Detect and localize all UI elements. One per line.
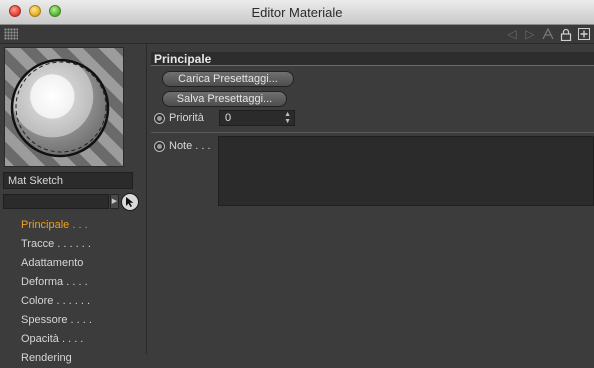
search-row: ▶: [3, 193, 144, 213]
window-title: Editor Materiale: [251, 5, 343, 20]
priority-label: Priorità: [169, 112, 204, 124]
search-dropdown-button[interactable]: ▶: [110, 194, 119, 209]
add-panel-icon[interactable]: [576, 26, 592, 42]
title-bar: Editor Materiale: [0, 0, 594, 25]
load-presets-button[interactable]: Carica Presettaggi...: [162, 71, 294, 87]
cursor-arrow-icon: [126, 197, 134, 207]
arrow-left-icon[interactable]: ◁: [504, 26, 520, 42]
notes-animate-radio[interactable]: [154, 141, 165, 152]
nav-item-spessore[interactable]: Spessore . . . .: [21, 311, 92, 330]
priority-stepper[interactable]: 0 ▲ ▼: [219, 110, 295, 126]
save-presets-button[interactable]: Salva Presettaggi...: [162, 91, 287, 107]
toolbar: ◁ ▷: [0, 25, 594, 44]
notes-textarea[interactable]: [218, 136, 594, 206]
notes-label: Note . . .: [169, 140, 211, 152]
divider: [151, 132, 594, 133]
toolbar-icons: ◁ ▷: [504, 26, 592, 42]
channel-list: Principale . . . Tracce . . . . . . Adat…: [21, 216, 92, 368]
lock-icon[interactable]: [558, 26, 574, 42]
picker-button[interactable]: [121, 193, 139, 211]
nav-item-tracce[interactable]: Tracce . . . . . .: [21, 235, 92, 254]
nav-item-colore[interactable]: Colore . . . . . .: [21, 292, 92, 311]
priority-animate-radio[interactable]: [154, 113, 165, 124]
material-name[interactable]: Mat Sketch: [3, 172, 133, 189]
grip-icon[interactable]: [4, 28, 18, 40]
nav-item-opacita[interactable]: Opacità . . . .: [21, 330, 92, 349]
text-a-icon[interactable]: [540, 26, 556, 42]
nav-item-deforma[interactable]: Deforma . . . .: [21, 273, 92, 292]
priority-value: 0: [225, 112, 232, 124]
arrow-right-icon[interactable]: ▷: [522, 26, 538, 42]
search-input[interactable]: [3, 194, 109, 209]
nav-item-principale[interactable]: Principale . . .: [21, 216, 92, 235]
nav-item-adattamento[interactable]: Adattamento: [21, 254, 92, 273]
nav-item-rendering[interactable]: Rendering: [21, 349, 92, 368]
attributes-panel: Principale Carica Presettaggi... Salva P…: [147, 44, 594, 354]
material-preview[interactable]: [4, 47, 124, 167]
section-header: Principale: [151, 52, 594, 66]
stepper-arrows-icon[interactable]: ▲ ▼: [284, 111, 291, 125]
left-panel: Mat Sketch ▶ Principale . . . Tracce . .…: [0, 44, 147, 364]
